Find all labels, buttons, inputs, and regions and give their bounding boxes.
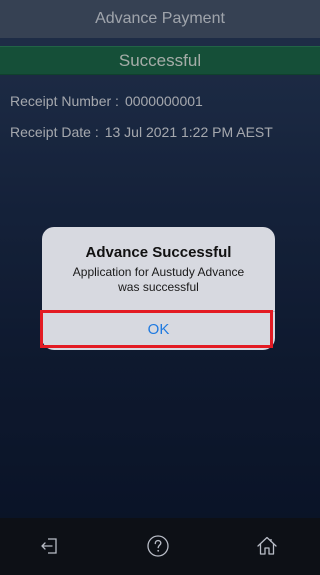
alert-dialog: Advance Successful Application for Austu… (42, 227, 275, 350)
help-button[interactable] (146, 534, 170, 558)
dialog-message-line2: was successful (118, 280, 199, 294)
home-icon (257, 536, 277, 555)
dialog-message-line1: Application for Austudy Advance (72, 265, 245, 279)
dialog-title: Advance Successful (85, 244, 232, 261)
help-icon (147, 535, 169, 557)
bottom-toolbar (0, 518, 320, 575)
logout-icon (41, 538, 57, 554)
logout-button[interactable] (38, 534, 62, 558)
ok-button[interactable]: OK (42, 312, 275, 350)
home-button[interactable] (255, 534, 279, 558)
dialog-message: Application for Austudy Advance was succ… (54, 265, 263, 295)
